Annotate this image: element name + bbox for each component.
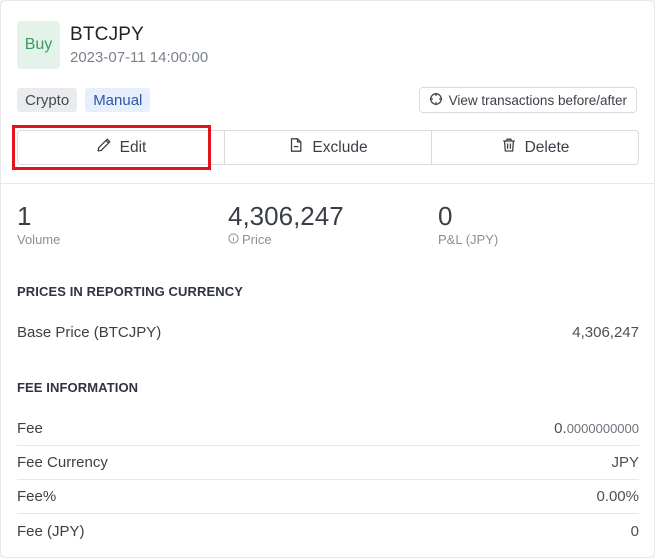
fee-percent-row: Fee% 0.00%: [17, 480, 639, 514]
exclude-button[interactable]: Exclude: [225, 131, 432, 164]
fee-row: Fee 0.0000000000: [17, 412, 639, 446]
document-minus-icon: [288, 137, 304, 158]
stat-price: 4,306,247 Price: [228, 201, 344, 248]
info-icon[interactable]: [228, 232, 239, 248]
fee-currency-value: JPY: [611, 454, 639, 471]
base-price-row: Base Price (BTCJPY) 4,306,247: [17, 315, 639, 349]
fee-jpy-label: Fee (JPY): [17, 522, 85, 540]
fee-percent-label: Fee%: [17, 488, 57, 505]
stat-volume: 1 Volume: [17, 201, 60, 248]
price-label: Price: [242, 232, 272, 247]
fee-percent-value: 0.00%: [596, 488, 639, 505]
view-transactions-button[interactable]: View transactions before/after: [418, 87, 637, 113]
trade-header: Buy BTCJPY 2023-07-11 14:00:00: [17, 20, 208, 70]
tag-manual: Manual: [85, 88, 151, 112]
tag-crypto: Crypto: [17, 88, 78, 112]
edit-label: Edit: [119, 138, 147, 156]
edit-button[interactable]: Edit: [18, 131, 225, 164]
fee-label: Fee: [17, 420, 43, 437]
volume-label: Volume: [17, 232, 61, 247]
pencil-icon: [96, 137, 112, 158]
trade-datetime: 2023-07-11 14:00:00: [70, 48, 209, 66]
trade-detail-card: Buy BTCJPY 2023-07-11 14:00:00 Crypto Ma…: [0, 0, 655, 558]
fee-currency-row: Fee Currency JPY: [17, 446, 639, 480]
view-transactions-label: View transactions before/after: [448, 92, 627, 108]
fee-jpy-row: Fee (JPY) 0: [17, 514, 639, 548]
price-value: 4,306,247: [228, 201, 344, 231]
fee-value-decimals: 0000000000: [566, 421, 639, 436]
delete-label: Delete: [524, 138, 570, 156]
title-block: BTCJPY 2023-07-11 14:00:00: [70, 23, 208, 68]
trash-icon: [501, 137, 517, 158]
pnl-value: 0: [438, 201, 453, 231]
fee-value: 0.0000000000: [554, 420, 639, 437]
prices-section-title: PRICES IN REPORTING CURRENCY: [17, 284, 243, 299]
fee-currency-label: Fee Currency: [17, 454, 108, 471]
fee-section-title: FEE INFORMATION: [17, 380, 139, 395]
crosshair-icon: [429, 92, 443, 109]
pnl-label: P&L (JPY): [438, 232, 499, 247]
price-label-row: Price: [228, 232, 344, 248]
delete-button[interactable]: Delete: [432, 131, 638, 164]
volume-value: 1: [17, 201, 32, 231]
section-divider: [1, 183, 655, 184]
side-badge: Buy: [17, 21, 60, 69]
base-price-value: 4,306,247: [572, 323, 639, 341]
action-bar: Edit Exclude Delete: [17, 130, 639, 165]
tag-list: Crypto Manual: [17, 88, 151, 112]
exclude-label: Exclude: [312, 138, 368, 156]
fee-value-int: 0.: [554, 420, 567, 437]
fee-jpy-value: 0: [630, 522, 639, 540]
symbol-title: BTCJPY: [70, 23, 145, 45]
stat-pnl: 0 P&L (JPY): [438, 201, 498, 248]
base-price-label: Base Price (BTCJPY): [17, 323, 162, 341]
